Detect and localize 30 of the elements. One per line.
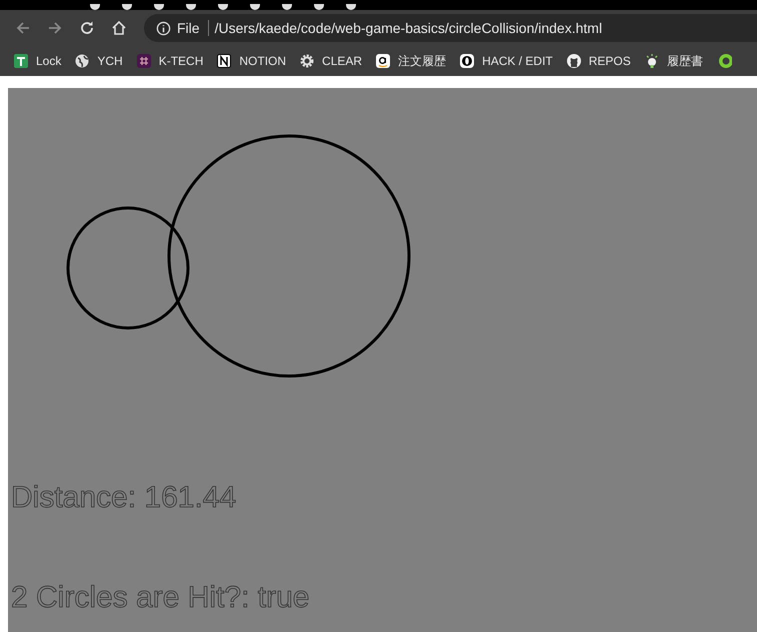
bookmark[interactable]: Lock (13, 53, 62, 69)
distance-text: Distance: 161.44 (11, 481, 236, 514)
tab-favicon-icon[interactable] (186, 4, 196, 10)
bookmark[interactable]: K-TECH (136, 53, 204, 69)
bulb-icon (644, 53, 660, 69)
tab-favicon-icon[interactable] (314, 4, 324, 10)
bookmark[interactable]: 履歴書 (644, 52, 703, 70)
scheme-label: File (177, 20, 200, 36)
bookmark[interactable]: 注文履歴 (375, 52, 446, 70)
tab-favicon-icon[interactable] (154, 4, 164, 10)
tab-favicon-icon[interactable] (282, 4, 292, 10)
tab-favicon-icon[interactable] (90, 4, 100, 10)
tab-favicon-icon[interactable] (346, 4, 356, 10)
bookmark[interactable]: NOTION (216, 53, 286, 69)
bookmark[interactable]: CLEAR (299, 53, 362, 69)
hash-icon (136, 53, 152, 69)
gear-icon (299, 53, 316, 69)
url-text: /Users/kaede/code/web-game-basics/circleCollision/index.html (214, 20, 602, 36)
address-bar[interactable]: File /Users/kaede/code/web-game-basics/circleCollision/index.html (144, 14, 757, 42)
globe-icon (74, 53, 90, 69)
spreadsheet-icon (13, 53, 29, 69)
hit-status-text: 2 Circles are Hit?: true (11, 581, 310, 614)
info-icon[interactable] (156, 20, 171, 36)
ring-icon (459, 53, 476, 69)
tab-favicon-icon[interactable] (122, 4, 132, 10)
bookmark[interactable]: YCH (74, 53, 123, 69)
bookmark[interactable]: HACK / EDIT (459, 53, 553, 69)
bookmark[interactable]: REPOS (566, 53, 631, 69)
tab-favicon-icon[interactable] (250, 4, 260, 10)
tab-favicon-icon[interactable] (218, 4, 228, 10)
